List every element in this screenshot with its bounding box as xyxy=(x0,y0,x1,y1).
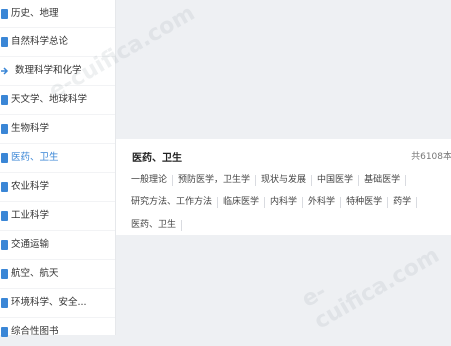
sidebar-item-label: 数理科学和化学 xyxy=(15,65,82,76)
sidebar-item-label: 工业科学 xyxy=(11,210,50,221)
sidebar-item-label: 历史、地理 xyxy=(11,8,59,19)
sidebar-item-label: 天文学、地球科学 xyxy=(11,94,88,105)
subcategory-link[interactable]: 研究方法、工作方法 xyxy=(131,197,219,208)
sidebar-item-astronomy-earth[interactable]: 天文学、地球科学 xyxy=(0,86,115,115)
sidebar-item-aerospace[interactable]: 航空、航天 xyxy=(0,260,115,289)
book-icon xyxy=(1,9,8,19)
sidebar-item-transportation[interactable]: 交通运输 xyxy=(0,231,115,260)
arrow-icon xyxy=(1,67,10,75)
subcategory-link[interactable]: 临床医学 xyxy=(218,197,266,208)
subcategory-link[interactable]: 预防医学，卫生学 xyxy=(173,175,257,186)
subcategory-link[interactable]: 内科学 xyxy=(265,197,304,208)
subcategory-link[interactable]: 中国医学 xyxy=(312,175,360,186)
book-icon xyxy=(1,95,8,105)
sidebar-item-natural-science[interactable]: 自然科学总论 xyxy=(0,28,115,57)
sidebar-item-general-books[interactable]: 综合性图书 xyxy=(0,318,115,346)
book-icon xyxy=(1,240,8,250)
sidebar-item-label: 环境科学、安全... xyxy=(11,297,87,308)
sidebar-item-environment-safety[interactable]: 环境科学、安全... xyxy=(0,289,115,318)
book-icon xyxy=(1,298,8,308)
sidebar-item-label: 农业科学 xyxy=(11,181,50,192)
category-title: 医药、卫生 xyxy=(132,153,182,164)
book-icon xyxy=(1,153,8,163)
sidebar-item-label: 生物科学 xyxy=(11,123,50,134)
subcategory-link[interactable]: 特种医学 xyxy=(341,197,389,208)
category-sidebar: 历史、地理 自然科学总论 数理科学和化学 天文学、地球科学 生物科学 医药、卫生 xyxy=(0,0,116,337)
book-icon xyxy=(1,124,8,134)
book-icon xyxy=(1,37,8,47)
book-icon xyxy=(1,269,8,279)
sidebar-item-biology[interactable]: 生物科学 xyxy=(0,115,115,144)
subcategory-row: 研究方法、工作方法 临床医学 内科学 外科学 特种医学 药学 xyxy=(131,197,418,208)
book-icon xyxy=(1,211,8,221)
subcategory-row: 一般理论 预防医学，卫生学 现状与发展 中国医学 基础医学 xyxy=(131,175,407,186)
sidebar-item-history-geography[interactable]: 历史、地理 xyxy=(0,0,115,28)
sidebar-item-label: 综合性图书 xyxy=(11,326,59,337)
subcategory-link[interactable]: 现状与发展 xyxy=(256,175,313,186)
subcategory-link[interactable]: 外科学 xyxy=(303,197,342,208)
sidebar-item-label: 医药、卫生 xyxy=(11,152,59,163)
book-icon xyxy=(1,182,8,192)
book-icon xyxy=(1,327,8,337)
sidebar-item-agriculture[interactable]: 农业科学 xyxy=(0,173,115,202)
sidebar-item-math-chemistry[interactable]: 数理科学和化学 xyxy=(0,57,115,86)
sidebar-item-label: 自然科学总论 xyxy=(11,36,69,47)
subcategory-link[interactable]: 药学 xyxy=(388,197,418,208)
category-detail-panel: 医药、卫生 共6108本 一般理论 预防医学，卫生学 现状与发展 中国医学 基础… xyxy=(116,139,451,235)
subcategory-link[interactable]: 一般理论 xyxy=(131,175,174,186)
subcategory-row: 医药、卫生 xyxy=(131,220,183,231)
sidebar-item-medicine-health[interactable]: 医药、卫生 xyxy=(0,144,115,173)
subcategory-link[interactable]: 基础医学 xyxy=(359,175,407,186)
subcategory-link[interactable]: 医药、卫生 xyxy=(131,220,183,231)
sidebar-item-industry[interactable]: 工业科学 xyxy=(0,202,115,231)
sidebar-item-label: 航空、航天 xyxy=(11,268,59,279)
sidebar-item-label: 交通运输 xyxy=(11,239,50,250)
book-count: 共6108本 xyxy=(411,152,451,162)
